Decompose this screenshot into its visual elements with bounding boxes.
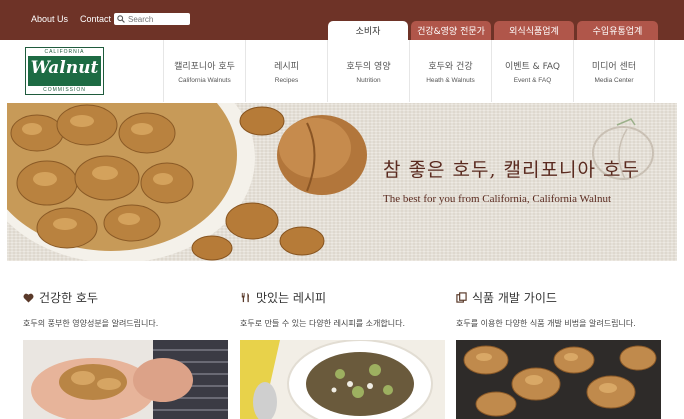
menu-label-en: Nutrition xyxy=(356,76,381,84)
heart-icon xyxy=(23,293,34,303)
menu-nutrition[interactable]: 호두의 영양 Nutrition xyxy=(327,40,409,102)
menu-label-ko: 미디어 센터 xyxy=(591,61,637,72)
tab-consumer[interactable]: 소비자 xyxy=(328,21,408,40)
audience-tabs: 소비자 건강&영양 전문가 외식식품업계 수입유통업계 xyxy=(328,21,658,40)
menu-label-en: Media Center xyxy=(594,76,634,84)
section-title: 식품 개발 가이드 xyxy=(472,291,557,305)
logo-bottom-text: COMMISSION xyxy=(43,87,86,93)
logo-top-text: CALIFORNIA xyxy=(26,48,103,56)
tab-foodservice[interactable]: 외식식품업계 xyxy=(494,21,574,40)
section-description: 호두를 이용한 다양한 식품 개발 비법을 알려드립니다. xyxy=(456,319,636,328)
section-description: 호두의 풍부한 영양성분을 알려드립니다. xyxy=(23,319,159,328)
menu-label-ko: 이벤트 & FAQ xyxy=(504,61,560,72)
menu: 캘리포니아 호두 California Walnuts 레시피 Recipes … xyxy=(163,40,655,102)
about-us-link[interactable]: About Us xyxy=(31,14,68,24)
hands-walnuts-image xyxy=(23,340,228,419)
menu-label-en: California Walnuts xyxy=(178,76,231,84)
tab-health-professional[interactable]: 건강&영양 전문가 xyxy=(411,21,491,40)
walnut-kernels-image xyxy=(456,340,661,419)
menu-label-ko: 호두와 건강 xyxy=(428,61,473,72)
menu-label-en: Event & FAQ xyxy=(513,76,552,84)
utensils-icon xyxy=(241,292,250,303)
walnut-salad-image xyxy=(240,340,445,419)
menu-label-ko: 호두의 영양 xyxy=(346,61,391,72)
walnut-bowl-image xyxy=(7,103,654,261)
search-icon xyxy=(117,15,125,23)
menu-label-en: Recipes xyxy=(274,76,299,84)
section-healthy-walnut[interactable]: 건강한 호두 호두의 풍부한 영양성분을 알려드립니다. xyxy=(23,289,228,419)
menu-recipes[interactable]: 레시피 Recipes xyxy=(245,40,327,102)
hero-subtitle: The best for you from California, Califo… xyxy=(383,193,612,205)
section-header: 건강한 호두 xyxy=(23,289,228,306)
section-recipes[interactable]: 맛있는 레시피 호두로 만들 수 있는 다양한 레시피를 소개합니다. xyxy=(240,289,445,419)
section-header: 맛있는 레시피 xyxy=(240,289,445,306)
menu-label-en: Heath & Walnuts xyxy=(426,76,475,84)
hero-headline: 참 좋은 호두, 캘리포니아 호두 xyxy=(383,159,640,181)
section-title: 맛있는 레시피 xyxy=(256,291,327,305)
hero-banner: 참 좋은 호두, 캘리포니아 호두 The best for you from … xyxy=(7,103,677,261)
section-title: 건강한 호두 xyxy=(39,291,99,305)
menu-label-ko: 레시피 xyxy=(274,61,299,72)
utility-links: About Us Contact Us xyxy=(31,14,125,24)
menu-event-faq[interactable]: 이벤트 & FAQ Event & FAQ xyxy=(491,40,573,102)
search-input[interactable] xyxy=(125,14,185,24)
section-header: 식품 개발 가이드 xyxy=(456,289,661,306)
menu-label-ko: 캘리포니아 호두 xyxy=(174,61,235,72)
search-box[interactable] xyxy=(114,13,190,25)
logo-green-band: Walnut xyxy=(28,56,101,86)
copy-icon xyxy=(456,292,467,303)
menu-media-center[interactable]: 미디어 센터 Media Center xyxy=(573,40,655,102)
tab-import-distribution[interactable]: 수입유통업계 xyxy=(577,21,658,40)
section-product-guide[interactable]: 식품 개발 가이드 호두를 이용한 다양한 식품 개발 비법을 알려드립니다. xyxy=(456,289,661,419)
main-nav: CALIFORNIA Walnut COMMISSION 캘리포니아 호두 Ca… xyxy=(0,40,684,102)
menu-california-walnuts[interactable]: 캘리포니아 호두 California Walnuts xyxy=(163,40,245,102)
menu-health[interactable]: 호두와 건강 Heath & Walnuts xyxy=(409,40,491,102)
section-description: 호두로 만들 수 있는 다양한 레시피를 소개합니다. xyxy=(240,319,405,328)
logo-wordmark: Walnut xyxy=(30,58,99,78)
logo[interactable]: CALIFORNIA Walnut COMMISSION xyxy=(25,47,104,95)
